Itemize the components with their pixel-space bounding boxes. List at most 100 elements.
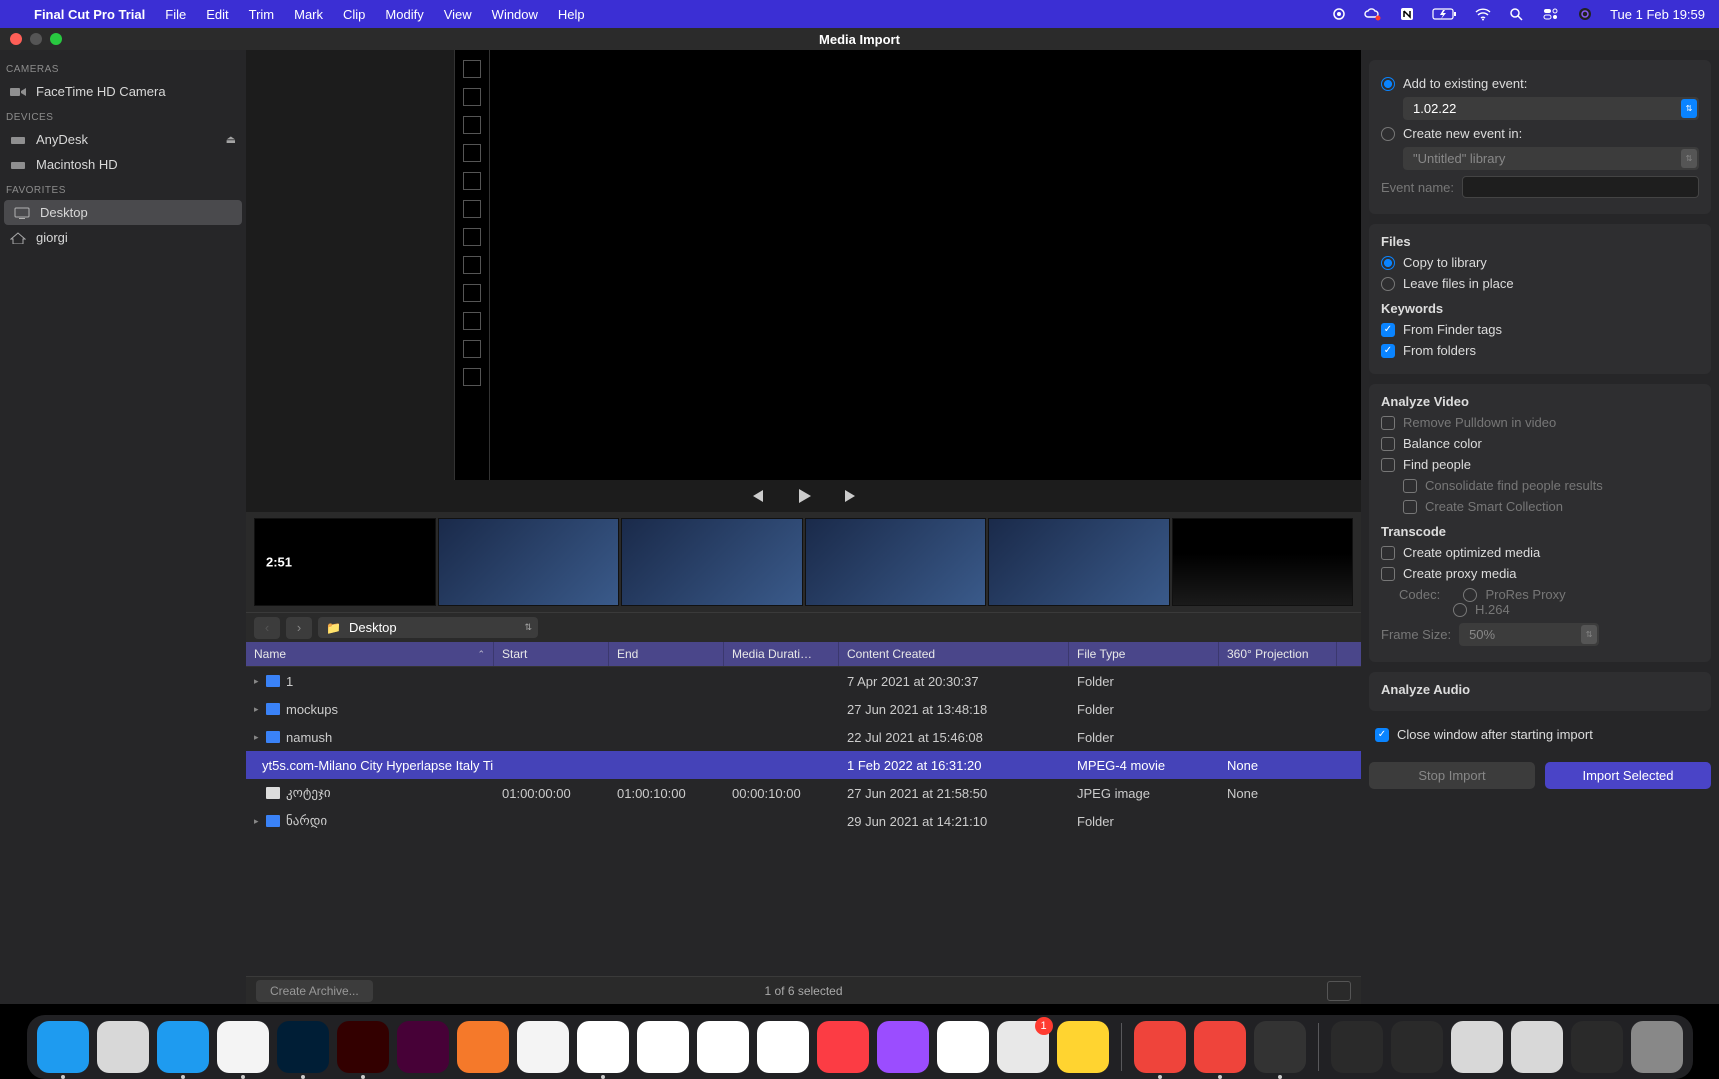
- table-row[interactable]: ▸17 Apr 2021 at 20:30:37Folder: [246, 667, 1361, 695]
- checkbox-find-people[interactable]: [1381, 458, 1395, 472]
- history-back-button[interactable]: ‹: [254, 617, 280, 639]
- table-row[interactable]: yt5s.com-Milano City Hyperlapse Italy Ti…: [246, 751, 1361, 779]
- disclosure-icon[interactable]: ▸: [254, 676, 264, 687]
- radio-h264[interactable]: [1453, 603, 1467, 617]
- dock-app-photos[interactable]: [757, 1021, 809, 1073]
- dock-app-folder1[interactable]: [1331, 1021, 1383, 1073]
- dock-app-notes[interactable]: [1057, 1021, 1109, 1073]
- dock-app-anydesk1[interactable]: [1134, 1021, 1186, 1073]
- menu-clip[interactable]: Clip: [343, 7, 365, 22]
- dock-app-chrome[interactable]: [217, 1021, 269, 1073]
- screen-record-icon[interactable]: [1330, 7, 1348, 21]
- menu-mark[interactable]: Mark: [294, 7, 323, 22]
- wifi-icon[interactable]: [1474, 7, 1492, 21]
- checkbox-proxy[interactable]: [1381, 567, 1395, 581]
- sidebar-item-facetime[interactable]: FaceTime HD Camera: [0, 79, 246, 104]
- prev-clip-button[interactable]: [747, 487, 765, 505]
- preview-canvas[interactable]: [490, 50, 1361, 480]
- radio-add-existing[interactable]: [1381, 77, 1395, 91]
- table-row[interactable]: ▸ნარდი29 Jun 2021 at 14:21:10Folder: [246, 807, 1361, 835]
- dock-app-photoshop[interactable]: [277, 1021, 329, 1073]
- column-end[interactable]: End: [609, 642, 724, 666]
- event-name-input[interactable]: [1462, 176, 1699, 198]
- disclosure-icon[interactable]: ▸: [254, 704, 264, 715]
- checkbox-balance-color[interactable]: [1381, 437, 1395, 451]
- menu-modify[interactable]: Modify: [385, 7, 423, 22]
- dock-app-maps[interactable]: [697, 1021, 749, 1073]
- radio-copy-library[interactable]: [1381, 256, 1395, 270]
- dock-app-mail[interactable]: [637, 1021, 689, 1073]
- dock-app-launchpad[interactable]: [97, 1021, 149, 1073]
- table-row[interactable]: ▸namush22 Jul 2021 at 15:46:08Folder: [246, 723, 1361, 751]
- control-center-icon[interactable]: [1542, 7, 1560, 21]
- menu-edit[interactable]: Edit: [206, 7, 228, 22]
- dock-app-folder4[interactable]: [1511, 1021, 1563, 1073]
- dock-app-music[interactable]: [817, 1021, 869, 1073]
- create-archive-button[interactable]: Create Archive...: [256, 980, 373, 1002]
- play-button[interactable]: [795, 487, 813, 505]
- dock-app-notes-pen[interactable]: [517, 1021, 569, 1073]
- dock-app-safari[interactable]: [157, 1021, 209, 1073]
- checkbox-finder-tags[interactable]: ✓: [1381, 323, 1395, 337]
- column-content-created[interactable]: Content Created: [839, 642, 1069, 666]
- spotlight-icon[interactable]: [1508, 7, 1526, 21]
- table-row[interactable]: ▸mockups27 Jun 2021 at 13:48:18Folder: [246, 695, 1361, 723]
- column-projection[interactable]: 360° Projection: [1219, 642, 1337, 666]
- checkbox-remove-pulldown[interactable]: [1381, 416, 1395, 430]
- dock-app-numbers[interactable]: [937, 1021, 989, 1073]
- menu-view[interactable]: View: [444, 7, 472, 22]
- eject-icon[interactable]: ⏏: [226, 133, 236, 146]
- dock-app-finder[interactable]: [37, 1021, 89, 1073]
- thumbnail-column[interactable]: [454, 50, 490, 480]
- column-duration[interactable]: Media Durati…: [724, 642, 839, 666]
- library-select[interactable]: "Untitled" library⇅: [1403, 147, 1699, 170]
- checkbox-optimized[interactable]: [1381, 546, 1395, 560]
- sidebar-item-macintosh-hd[interactable]: Macintosh HD: [0, 152, 246, 177]
- dock-app-folder2[interactable]: [1391, 1021, 1443, 1073]
- menu-help[interactable]: Help: [558, 7, 585, 22]
- view-mode-button[interactable]: [1327, 981, 1351, 1001]
- column-name[interactable]: Name⌃: [246, 642, 494, 666]
- dock-app-podcasts[interactable]: [877, 1021, 929, 1073]
- dock-app-settings[interactable]: 1: [997, 1021, 1049, 1073]
- radio-leave-in-place[interactable]: [1381, 277, 1395, 291]
- dock-app-trash[interactable]: [1631, 1021, 1683, 1073]
- menu-trim[interactable]: Trim: [249, 7, 275, 22]
- checkbox-close-after-import[interactable]: ✓: [1375, 728, 1389, 742]
- dock-app-folder3[interactable]: [1451, 1021, 1503, 1073]
- radio-create-new[interactable]: [1381, 127, 1395, 141]
- dock-app-xd[interactable]: [397, 1021, 449, 1073]
- creative-cloud-icon[interactable]: [1364, 7, 1382, 21]
- menu-window[interactable]: Window: [492, 7, 538, 22]
- checkbox-consolidate[interactable]: [1403, 479, 1417, 493]
- frame-size-select[interactable]: 50%⇅: [1459, 623, 1599, 646]
- dock-app-messenger[interactable]: [577, 1021, 629, 1073]
- app-name[interactable]: Final Cut Pro Trial: [34, 7, 145, 22]
- disclosure-icon[interactable]: ▸: [254, 816, 264, 827]
- notion-icon[interactable]: [1398, 7, 1416, 21]
- battery-icon[interactable]: [1432, 7, 1458, 21]
- menu-file[interactable]: File: [165, 7, 186, 22]
- location-dropdown[interactable]: 📁 Desktop ⇅: [318, 617, 538, 638]
- siri-icon[interactable]: [1576, 7, 1594, 21]
- existing-event-select[interactable]: 1.02.22⇅: [1403, 97, 1699, 120]
- sidebar-item-anydesk[interactable]: AnyDesk ⏏: [0, 127, 246, 152]
- dock-app-anydesk2[interactable]: [1194, 1021, 1246, 1073]
- checkbox-smart-collection[interactable]: [1403, 500, 1417, 514]
- menubar-clock[interactable]: Tue 1 Feb 19:59: [1610, 7, 1705, 22]
- radio-prores[interactable]: [1463, 588, 1477, 602]
- stop-import-button[interactable]: Stop Import: [1369, 762, 1535, 789]
- next-clip-button[interactable]: [843, 487, 861, 505]
- sidebar-item-home[interactable]: giorgi: [0, 225, 246, 250]
- history-forward-button[interactable]: ›: [286, 617, 312, 639]
- dock-app-fcp[interactable]: [1254, 1021, 1306, 1073]
- sidebar-item-desktop[interactable]: Desktop: [4, 200, 242, 225]
- column-start[interactable]: Start: [494, 642, 609, 666]
- dock-app-illustrator[interactable]: [337, 1021, 389, 1073]
- disclosure-icon[interactable]: ▸: [254, 732, 264, 743]
- dock-app-folder5[interactable]: [1571, 1021, 1623, 1073]
- column-file-type[interactable]: File Type: [1069, 642, 1219, 666]
- import-selected-button[interactable]: Import Selected: [1545, 762, 1711, 789]
- checkbox-from-folders[interactable]: ✓: [1381, 344, 1395, 358]
- dock-app-blender[interactable]: [457, 1021, 509, 1073]
